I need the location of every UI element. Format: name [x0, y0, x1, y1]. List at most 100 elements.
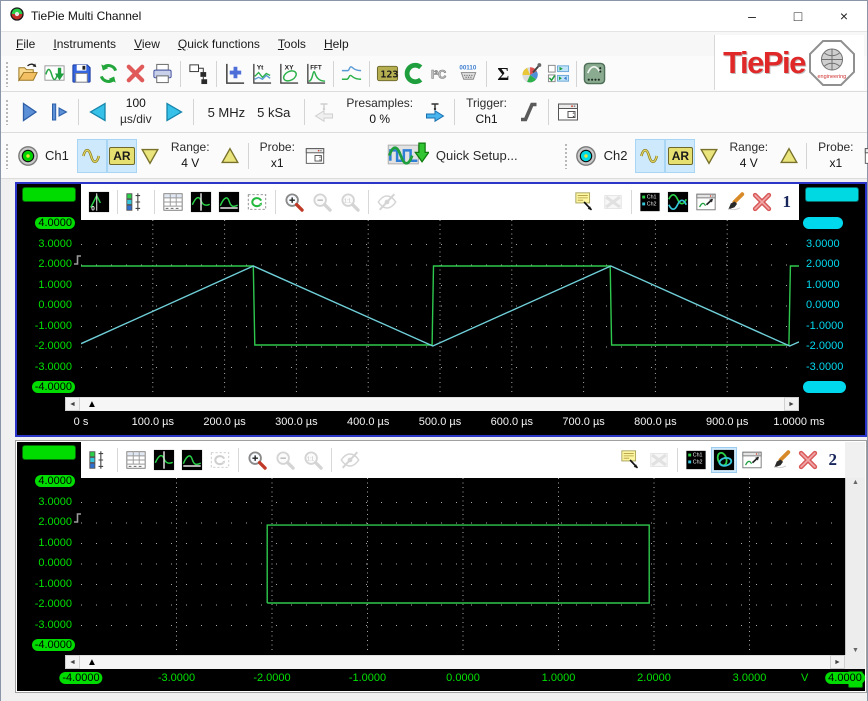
delete-icon[interactable] [122, 60, 149, 87]
axes-setup-icon[interactable] [86, 447, 112, 473]
quick-setup-button[interactable]: Quick Setup... [387, 141, 518, 171]
ch2-settings-icon[interactable] [861, 142, 868, 169]
graph-1-time-axis[interactable]: 0 s100.0 µs200.0 µs300.0 µs400.0 µs500.0… [17, 411, 865, 435]
refresh-icon[interactable] [95, 60, 122, 87]
maximize-button[interactable]: □ [775, 1, 821, 32]
ch1-coupling-icon[interactable] [77, 139, 107, 173]
channel-legend-icon[interactable]: Ch1Ch2 [637, 189, 663, 215]
save-icon[interactable] [68, 60, 95, 87]
start-measurement-icon[interactable] [14, 97, 44, 127]
external-graph-icon[interactable] [693, 189, 719, 215]
graph-1-plot[interactable] [81, 220, 799, 397]
one-shot-icon[interactable] [44, 97, 74, 127]
delete-comment-icon[interactable] [600, 189, 626, 215]
channel-legend-icon[interactable]: Ch1Ch2 [683, 447, 709, 473]
zoom-out-icon[interactable] [272, 447, 298, 473]
yt-mode-icon[interactable] [665, 189, 691, 215]
paint-icon[interactable] [767, 447, 793, 473]
ch1-bnc-icon[interactable] [14, 142, 41, 169]
zoom-undo-icon[interactable]: 1:1 [337, 189, 363, 215]
xy-mode-icon[interactable] [711, 447, 737, 473]
ch1-range-up-icon[interactable] [217, 142, 244, 169]
menu-file[interactable]: File [7, 34, 44, 54]
graph-1-right-axis-handle[interactable] [805, 187, 859, 202]
menu-quick-functions[interactable]: Quick functions [169, 34, 269, 54]
horizontal-cursors-icon[interactable] [216, 189, 242, 215]
add-fft-graph-icon[interactable]: FFT [302, 60, 329, 87]
zoom-in-icon[interactable] [244, 447, 270, 473]
graph-1-left-axis-handle[interactable] [22, 187, 76, 202]
ch1-autorange-button[interactable]: AR [107, 139, 137, 173]
graph-2-vscrollbar[interactable]: ▲▼ [845, 478, 865, 655]
graph-1-right-axis[interactable]: 4.00003.00002.00001.00000.0000-1.0000-2.… [799, 220, 865, 397]
y-axis-label[interactable]: 4.0000 [35, 217, 75, 229]
sum-icon[interactable]: Σ [491, 60, 518, 87]
delete-comment-icon[interactable] [646, 447, 672, 473]
y-axis-label[interactable]: 4.0000 [803, 217, 843, 229]
print-icon[interactable] [149, 60, 176, 87]
color-scheme-icon[interactable] [518, 60, 545, 87]
hide-channels-icon[interactable] [337, 447, 363, 473]
presamples-increase-icon[interactable] [420, 97, 450, 127]
generator-icon[interactable] [581, 60, 608, 87]
y-axis-label[interactable]: -4.0000 [32, 639, 75, 651]
ch2-coupling-icon[interactable] [635, 139, 665, 173]
add-yt-graph-icon[interactable]: Yt [248, 60, 275, 87]
comment-icon[interactable] [618, 447, 644, 473]
ch2-range-down-icon[interactable] [695, 142, 722, 169]
close-graph-icon[interactable] [795, 447, 821, 473]
ch2-range-up-icon[interactable] [775, 142, 802, 169]
paint-icon[interactable] [721, 189, 747, 215]
value-axis-label[interactable]: -4.0000 [59, 672, 102, 684]
trigger-position-marker[interactable]: ▲ [87, 655, 97, 670]
serial-analyzer-icon[interactable]: 00110 [455, 60, 482, 87]
save-measurement-icon[interactable] [41, 60, 68, 87]
vertical-cursors-icon[interactable] [151, 447, 177, 473]
add-graph-icon[interactable] [221, 60, 248, 87]
instrument-settings-icon[interactable] [553, 97, 583, 127]
graph-2-value-axis[interactable]: -4.0000-3.0000-2.0000-1.00000.00001.0000… [17, 669, 865, 691]
zoom-selection-icon[interactable] [207, 447, 233, 473]
ch1-settings-icon[interactable] [302, 142, 329, 169]
add-xy-graph-icon[interactable]: XY [275, 60, 302, 87]
axes-setup-icon[interactable] [123, 189, 149, 215]
y-axis-label[interactable]: 4.0000 [35, 475, 75, 487]
minimize-button[interactable]: – [729, 1, 775, 32]
meter-123-icon[interactable]: 123 [374, 60, 401, 87]
object-tree-icon[interactable] [185, 60, 212, 87]
close-graph-icon[interactable] [749, 189, 775, 215]
scroll-right-icon[interactable]: ► [830, 655, 845, 669]
zoom-out-icon[interactable] [309, 189, 335, 215]
menu-tools[interactable]: Tools [269, 34, 315, 54]
graph-1-left-axis[interactable]: 4.00003.00002.00001.00000.0000-1.0000-2.… [17, 220, 81, 397]
external-graph-icon[interactable] [739, 447, 765, 473]
timebase-decrease-icon[interactable] [83, 97, 113, 127]
zero-axis-icon[interactable]: 0 [86, 189, 112, 215]
gauge-icon[interactable] [401, 60, 428, 87]
scroll-down-icon[interactable]: ▼ [852, 647, 859, 654]
stream-controls-icon[interactable] [545, 60, 572, 87]
trigger-edge-icon[interactable] [514, 97, 544, 127]
zoom-in-icon[interactable] [281, 189, 307, 215]
add-step-graph-icon[interactable] [338, 60, 365, 87]
value-axis-label[interactable]: 4.0000 [825, 672, 865, 684]
scroll-right-icon[interactable]: ► [784, 397, 799, 411]
menu-view[interactable]: View [125, 34, 169, 54]
ch2-autorange-button[interactable]: AR [665, 139, 695, 173]
graph-2-plot[interactable] [81, 478, 845, 655]
ch2-bnc-icon[interactable] [573, 142, 600, 169]
graph-2-hscrollbar[interactable]: ◄ ▲ ► [17, 655, 865, 669]
presamples-decrease-icon[interactable] [309, 97, 339, 127]
graph-2-left-axis[interactable]: 4.00003.00002.00001.00000.0000-1.0000-2.… [17, 478, 81, 655]
graph-1-hscrollbar[interactable]: ◄ ▲ ► [17, 397, 865, 411]
horizontal-cursors-icon[interactable] [179, 447, 205, 473]
graph-2-left-axis-handle[interactable] [22, 445, 76, 460]
i2c-analyzer-icon[interactable]: I²C [428, 60, 455, 87]
scroll-left-icon[interactable]: ◄ [65, 655, 80, 669]
zoom-selection-icon[interactable] [244, 189, 270, 215]
close-button[interactable]: × [821, 1, 867, 32]
scroll-left-icon[interactable]: ◄ [65, 397, 80, 411]
zoom-undo-icon[interactable]: 1:1 [300, 447, 326, 473]
data-table-icon[interactable] [160, 189, 186, 215]
y-axis-label[interactable]: -4.0000 [32, 381, 75, 393]
